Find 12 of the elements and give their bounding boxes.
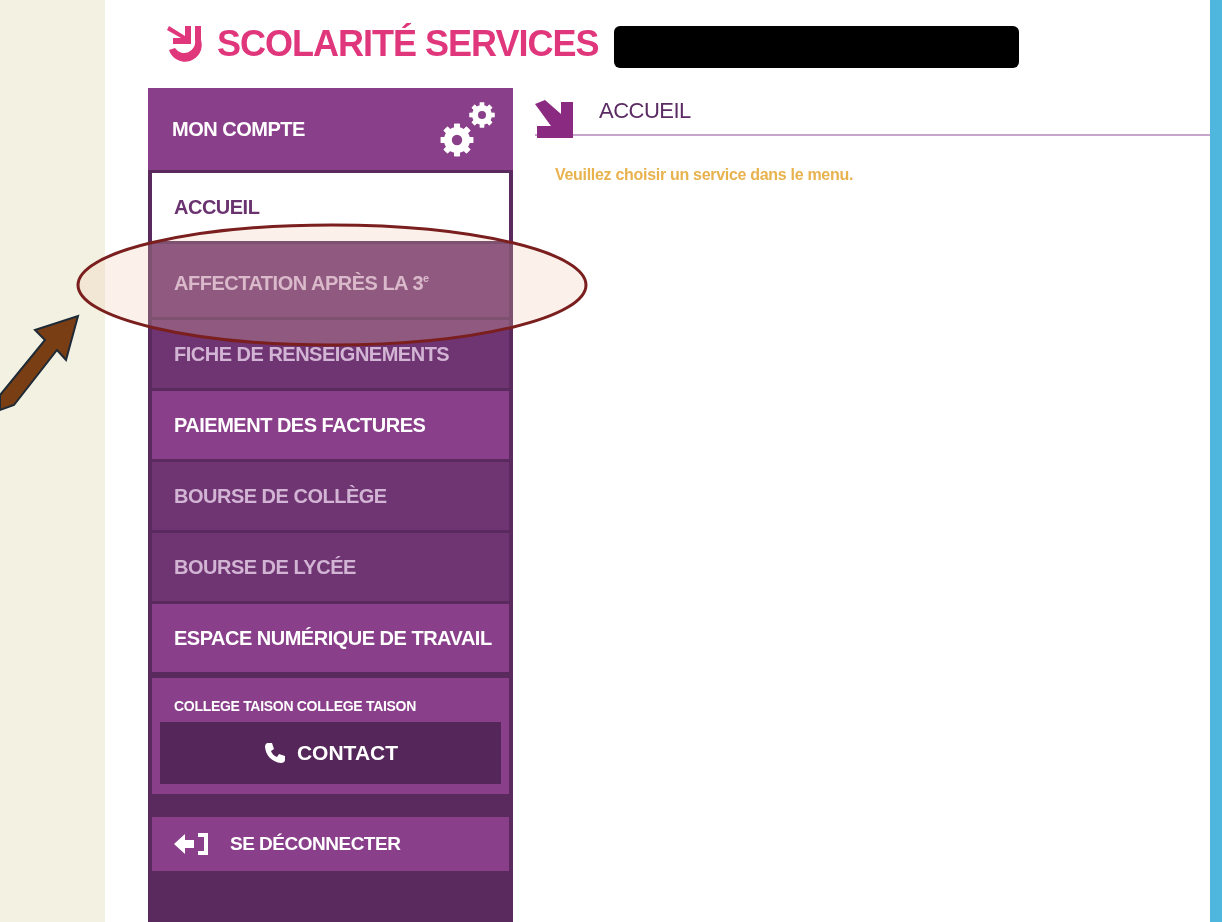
account-label: MON COMPTE xyxy=(172,117,305,141)
contact-button[interactable]: CONTACT xyxy=(160,721,501,784)
exit-arrow-icon xyxy=(174,830,210,857)
menu-item[interactable]: PAIEMENT DES FACTURES xyxy=(152,390,509,459)
phone-icon xyxy=(262,740,287,765)
menu-item[interactable]: ACCUEIL xyxy=(152,173,509,241)
logo-text: SCOLARITÉ SERVICES xyxy=(217,23,599,65)
logout-button[interactable]: SE DÉCONNECTER xyxy=(152,816,509,871)
menu-item[interactable]: ESPACE NUMÉRIQUE DE TRAVAIL xyxy=(152,603,509,672)
page-title: ACCUEIL xyxy=(599,98,691,124)
school-name: COLLEGE TAISON COLLEGE TAISON xyxy=(173,697,417,714)
info-message: Veuillez choisir un service dans le menu. xyxy=(555,166,855,184)
